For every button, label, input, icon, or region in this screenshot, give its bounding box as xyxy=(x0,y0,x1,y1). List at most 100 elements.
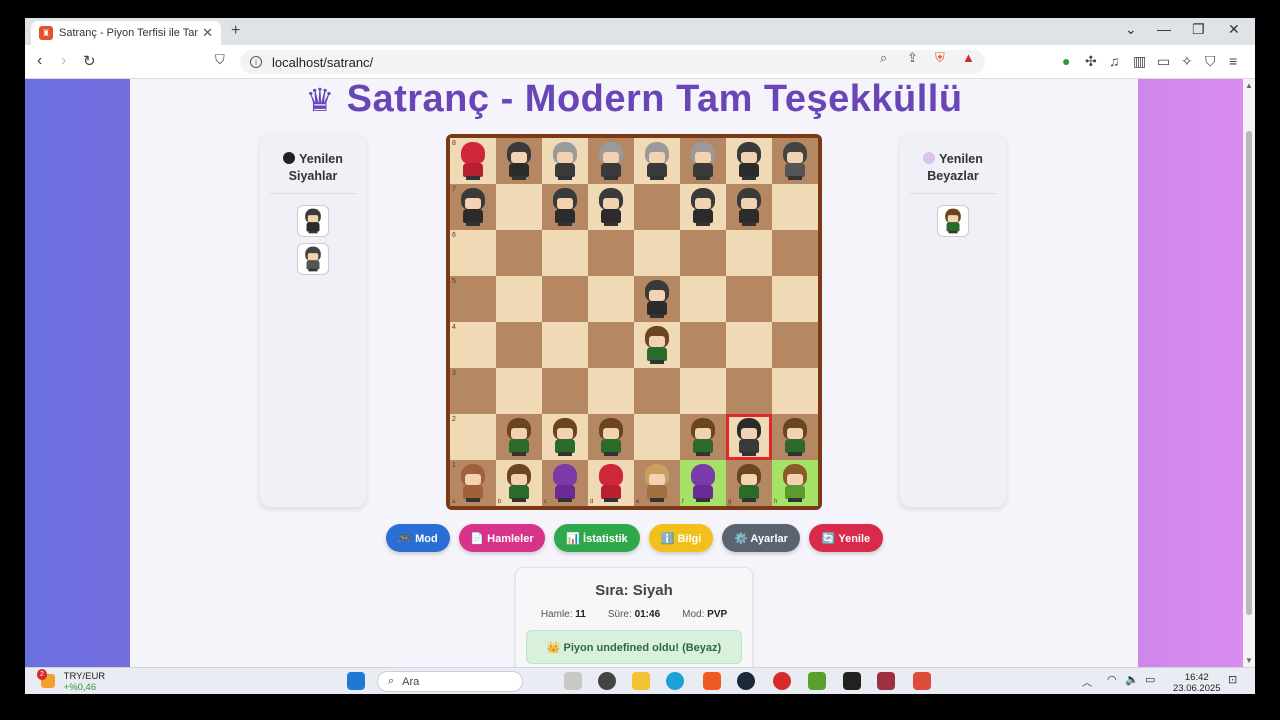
square-f2[interactable] xyxy=(680,414,726,460)
black-king-icon[interactable] xyxy=(303,246,323,272)
settings-button[interactable]: ⚙️ Ayarlar xyxy=(722,524,800,552)
stats-button[interactable]: 📊 İstatistik xyxy=(554,524,640,552)
square-b3[interactable] xyxy=(496,368,542,414)
music-icon[interactable]: ♫ xyxy=(1109,53,1120,69)
edge-icon[interactable] xyxy=(666,672,684,690)
task-view-icon[interactable] xyxy=(564,672,582,690)
back-icon[interactable]: ‹ xyxy=(37,52,42,70)
square-g5[interactable] xyxy=(726,276,772,322)
square-f3[interactable] xyxy=(680,368,726,414)
wifi-icon[interactable]: ◠ xyxy=(1107,673,1117,686)
start-icon[interactable] xyxy=(347,672,365,690)
mode-button[interactable]: 🎮 Mod xyxy=(386,524,450,552)
white-knight-icon[interactable] xyxy=(943,208,963,234)
info-button[interactable]: ℹ️ Bilgi xyxy=(649,524,713,552)
white-rook-icon[interactable] xyxy=(458,464,488,502)
black-officer-icon[interactable] xyxy=(596,142,626,180)
square-h8[interactable] xyxy=(772,138,818,184)
browser-tab[interactable]: ♜ Satranç - Piyon Terfisi ile Tam Teşekk… xyxy=(31,21,221,45)
scroll-up-icon[interactable]: ▲ xyxy=(1245,81,1253,90)
brave-shield-icon[interactable]: ⛨ xyxy=(935,50,945,66)
square-a8[interactable]: 8 xyxy=(450,138,496,184)
black-officer-icon[interactable] xyxy=(688,142,718,180)
white-knight-icon[interactable] xyxy=(504,464,534,502)
square-f7[interactable] xyxy=(680,184,726,230)
volume-icon[interactable]: 🔈 xyxy=(1125,673,1139,686)
white-bishop-icon[interactable] xyxy=(688,464,718,502)
black-pawn-icon[interactable] xyxy=(734,418,764,456)
white-pawn-icon[interactable] xyxy=(642,326,672,364)
puzzle-icon[interactable]: ✣ xyxy=(1085,53,1097,70)
square-f5[interactable] xyxy=(680,276,726,322)
square-e4[interactable] xyxy=(634,322,680,368)
square-d8[interactable] xyxy=(588,138,634,184)
square-e2[interactable] xyxy=(634,414,680,460)
tray-chevron-icon[interactable]: ︿ xyxy=(1082,674,1092,689)
steam-icon[interactable] xyxy=(737,672,755,690)
notification-icon[interactable]: ⊡ xyxy=(1228,673,1237,686)
zoom-icon[interactable]: ⌕ xyxy=(880,50,887,66)
square-h5[interactable] xyxy=(772,276,818,322)
white-pawn-icon[interactable] xyxy=(596,418,626,456)
sidebar-icon[interactable]: ▥ xyxy=(1133,53,1146,70)
square-c7[interactable] xyxy=(542,184,588,230)
square-g4[interactable] xyxy=(726,322,772,368)
square-h6[interactable] xyxy=(772,230,818,276)
square-b5[interactable] xyxy=(496,276,542,322)
square-b2[interactable] xyxy=(496,414,542,460)
square-h2[interactable] xyxy=(772,414,818,460)
opera-icon[interactable] xyxy=(773,672,791,690)
black-pawn-icon[interactable] xyxy=(642,280,672,318)
square-a7[interactable]: 7 xyxy=(450,184,496,230)
refresh-button[interactable]: 🔄 Yenile xyxy=(809,524,883,552)
white-bishop-icon[interactable] xyxy=(550,464,580,502)
square-d1[interactable]: d xyxy=(588,460,634,506)
forward-icon[interactable]: › xyxy=(61,52,66,70)
square-b7[interactable] xyxy=(496,184,542,230)
white-cactus-icon[interactable] xyxy=(780,464,810,502)
black-pawn-icon[interactable] xyxy=(688,188,718,226)
square-c1[interactable]: c xyxy=(542,460,588,506)
scroll-down-icon[interactable]: ▼ xyxy=(1245,656,1253,665)
white-king-icon[interactable] xyxy=(642,464,672,502)
square-a3[interactable]: 3 xyxy=(450,368,496,414)
square-e1[interactable]: e xyxy=(634,460,680,506)
square-b4[interactable] xyxy=(496,322,542,368)
minimize-icon[interactable]: — xyxy=(1157,21,1171,37)
black-pawn-icon[interactable] xyxy=(596,188,626,226)
app3-icon[interactable] xyxy=(913,672,931,690)
square-h7[interactable] xyxy=(772,184,818,230)
square-c8[interactable] xyxy=(542,138,588,184)
black-queen-icon[interactable] xyxy=(458,142,488,180)
url-input[interactable]: i localhost/satranc/ xyxy=(240,50,985,74)
black-pawn-icon[interactable] xyxy=(550,188,580,226)
square-g2[interactable] xyxy=(726,414,772,460)
brave-rewards-icon[interactable]: ▲ xyxy=(962,50,975,65)
white-pawn-icon[interactable] xyxy=(780,418,810,456)
black-officer-icon[interactable] xyxy=(550,142,580,180)
white-pawn-icon[interactable] xyxy=(504,418,534,456)
square-c3[interactable] xyxy=(542,368,588,414)
app2-icon[interactable] xyxy=(877,672,895,690)
square-g8[interactable] xyxy=(726,138,772,184)
square-d3[interactable] xyxy=(588,368,634,414)
site-info-icon[interactable]: i xyxy=(250,56,262,68)
square-e6[interactable] xyxy=(634,230,680,276)
close-tab-icon[interactable]: ✕ xyxy=(202,25,213,41)
moves-button[interactable]: 📄 Hamleler xyxy=(459,524,545,552)
square-e3[interactable] xyxy=(634,368,680,414)
square-f1[interactable]: f xyxy=(680,460,726,506)
share-icon[interactable]: ⇪ xyxy=(907,50,918,66)
menu-icon[interactable]: ≡ xyxy=(1229,53,1237,69)
square-a1[interactable]: 1a xyxy=(450,460,496,506)
square-f8[interactable] xyxy=(680,138,726,184)
black-king-icon[interactable] xyxy=(780,142,810,180)
scrollbar-thumb[interactable] xyxy=(1246,131,1252,615)
brave-icon[interactable] xyxy=(703,672,721,690)
vpn-icon[interactable]: ⛉ xyxy=(1205,53,1216,70)
square-g6[interactable] xyxy=(726,230,772,276)
square-d7[interactable] xyxy=(588,184,634,230)
square-c6[interactable] xyxy=(542,230,588,276)
square-d6[interactable] xyxy=(588,230,634,276)
square-b6[interactable] xyxy=(496,230,542,276)
